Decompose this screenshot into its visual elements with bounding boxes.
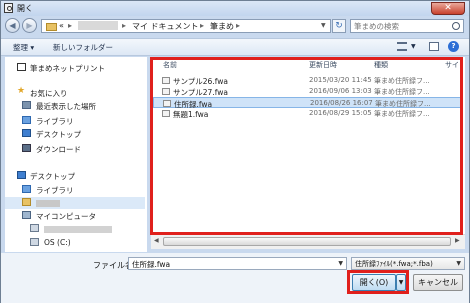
horizontal-scrollbar[interactable]: ◀ ▶ — [151, 234, 465, 249]
nav-item-desktop-root[interactable]: デスクトップ — [5, 170, 145, 182]
nav-item-downloads[interactable]: ダウンロード — [5, 143, 145, 155]
scroll-left-arrow[interactable]: ◀ — [154, 237, 159, 244]
nav-item-my-computer[interactable]: マイコンピュータ — [5, 210, 145, 222]
download-icon — [22, 144, 31, 152]
recent-places-icon — [22, 101, 31, 109]
highlight-frame-open-button — [347, 270, 409, 294]
refresh-button[interactable]: ↻ — [332, 19, 346, 33]
nav-item-favorites[interactable]: ★ お気に入り — [5, 86, 145, 99]
desktop-icon — [22, 129, 31, 137]
view-options-icon[interactable] — [397, 42, 407, 51]
back-button[interactable]: ◀ — [5, 18, 20, 33]
drive-icon — [30, 238, 39, 246]
user-folder-icon — [22, 198, 31, 206]
nav-item-c-drive[interactable]: OS (C:) — [5, 237, 145, 249]
app-icon — [4, 3, 13, 13]
cancel-button[interactable]: キャンセル — [413, 274, 463, 291]
breadcrumb-separator[interactable]: ▸ — [68, 21, 72, 30]
desktop-icon — [17, 171, 26, 179]
nav-item-library-root[interactable]: ライブラリ — [5, 184, 145, 196]
search-box[interactable] — [350, 19, 464, 33]
library-icon — [22, 185, 31, 193]
nav-item-user[interactable] — [5, 197, 145, 209]
breadcrumb-separator[interactable]: ▸ — [200, 21, 204, 30]
nav-item-network-drive[interactable] — [5, 223, 145, 235]
new-folder-button[interactable]: 新しいフォルダー — [53, 42, 113, 53]
open-file-dialog: 開く ✕ ◀ ▶ « ▸ ▸ マイ ドキュメント ▸ 筆まめ ▸ ▼ ↻ 整理 … — [0, 0, 470, 303]
nav-item-desktop[interactable]: デスクトップ — [5, 128, 145, 140]
scroll-right-arrow[interactable]: ▶ — [455, 237, 460, 244]
chevron-down-icon[interactable]: ▼ — [338, 260, 343, 267]
highlight-frame-file-list — [150, 57, 463, 235]
address-bar[interactable]: « ▸ ▸ マイ ドキュメント ▸ 筆まめ ▸ ▼ — [41, 19, 331, 33]
preview-pane-icon[interactable] — [429, 42, 439, 51]
computer-icon — [22, 211, 31, 219]
breadcrumb-fudemame[interactable]: 筆まめ — [210, 21, 234, 32]
organize-button[interactable]: 整理 ▾ — [13, 42, 34, 53]
navigation-pane: 筆まめネットプリント ★ お気に入り 最近表示した場所 ライブラリ デスクトップ… — [5, 57, 147, 252]
help-icon[interactable]: ? — [448, 41, 459, 52]
folder-icon — [46, 23, 57, 31]
filetype-select[interactable]: 住所録ﾌｧｲﾙ(*.fwa;*.fba) ▼ — [351, 257, 465, 270]
address-dropdown-arrow[interactable]: ▼ — [321, 22, 326, 29]
window-title: 開く — [17, 4, 33, 13]
user-name-redacted — [36, 200, 60, 207]
nav-item-netprint[interactable]: 筆まめネットプリント — [5, 62, 145, 74]
search-icon — [452, 22, 460, 30]
netprint-icon — [17, 63, 26, 71]
library-icon — [22, 116, 31, 124]
breadcrumb-my-documents[interactable]: マイ ドキュメント — [132, 21, 199, 32]
network-drive-redacted — [44, 226, 112, 233]
network-drive-icon — [30, 224, 39, 232]
breadcrumb-redacted[interactable] — [78, 21, 118, 30]
view-dropdown-icon[interactable]: ▼ — [411, 43, 416, 50]
scroll-thumb[interactable] — [163, 237, 451, 246]
address-row: ◀ ▶ « ▸ ▸ マイ ドキュメント ▸ 筆まめ ▸ ▼ ↻ — [1, 16, 469, 36]
star-icon: ★ — [17, 86, 26, 96]
close-button[interactable]: ✕ — [431, 2, 465, 15]
title-bar: 開く ✕ — [1, 1, 469, 16]
breadcrumb-separator[interactable]: ▸ — [122, 21, 126, 30]
dialog-footer: ファイル名(N): ▼ 住所録ﾌｧｲﾙ(*.fwa;*.fba) ▼ 開く(O)… — [1, 253, 469, 303]
nav-item-recent-places[interactable]: 最近表示した場所 — [5, 100, 145, 112]
filename-input[interactable] — [132, 259, 322, 269]
forward-button[interactable]: ▶ — [22, 18, 37, 33]
search-input[interactable] — [354, 21, 446, 31]
filetype-value: 住所録ﾌｧｲﾙ(*.fwa;*.fba) — [355, 260, 433, 268]
breadcrumb-separator[interactable]: ▸ — [236, 21, 240, 30]
chevron-down-icon: ▼ — [456, 260, 461, 267]
toolbar: 整理 ▾ 新しいフォルダー ▼ ? — [1, 38, 469, 56]
nav-item-library[interactable]: ライブラリ — [5, 115, 145, 127]
filename-field[interactable]: ▼ — [128, 257, 347, 270]
breadcrumb-overflow[interactable]: « — [59, 21, 64, 30]
